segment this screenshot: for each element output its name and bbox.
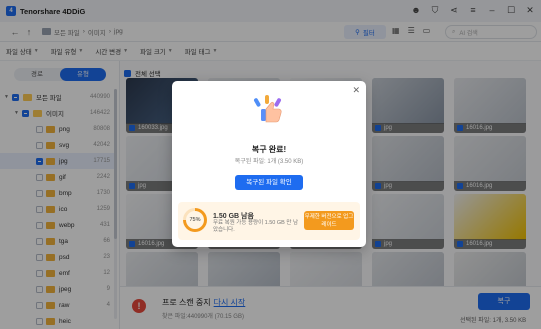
thumbs-up-icon [254,95,282,123]
promo-description: 무료 복원 가능 용량이 1.50 GB 만 남았습니다. [213,220,299,233]
dialog-subtitle: 복구된 파일: 1개 (3.50 KB) [234,159,304,165]
dialog-title: 복구 완료! [251,145,287,154]
upgrade-promo: 75% 1.50 GB 남음 무료 복원 가능 용량이 1.50 GB 만 남았… [178,202,360,240]
recovery-complete-dialog: ✕ 복구 완료! 복구된 파일: 1개 (3.50 KB) 복구된 파일 확인 … [172,81,366,247]
usage-percent: 75% [189,217,201,223]
view-recovered-button[interactable]: 복구된 파일 확인 [235,175,303,190]
upgrade-button[interactable]: 무제한 버전으로 업그레이드 [304,211,354,230]
close-icon[interactable]: ✕ [352,85,360,96]
